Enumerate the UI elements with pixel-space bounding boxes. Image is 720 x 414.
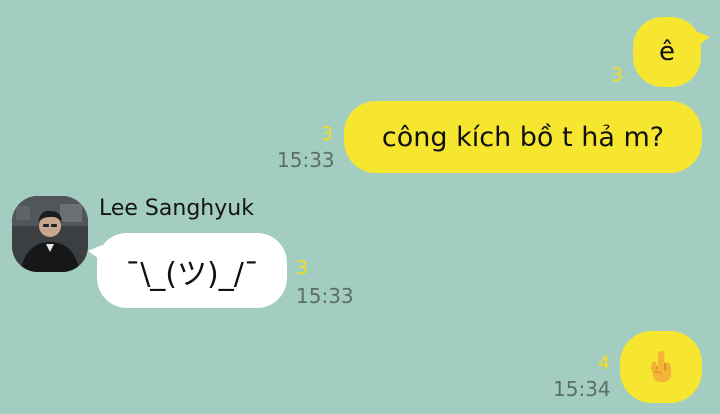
outgoing-message-bubble[interactable]: ê bbox=[633, 17, 710, 87]
unread-count: 3 bbox=[321, 123, 334, 145]
sender-avatar[interactable] bbox=[12, 196, 88, 272]
message-timestamp: 15:34 bbox=[553, 377, 611, 401]
outgoing-message-bubble[interactable]: công kích bồ t hả m? bbox=[344, 101, 702, 173]
unread-count: 3 bbox=[611, 64, 624, 86]
message-timestamp: 15:33 bbox=[296, 284, 354, 308]
message-text: ê bbox=[659, 37, 675, 67]
avatar-photo-icon bbox=[12, 196, 88, 272]
message-text: ¯\_(ツ)_/¯ bbox=[125, 256, 259, 292]
message-timestamp: 15:33 bbox=[277, 148, 335, 172]
message-text: công kích bồ t hả m? bbox=[381, 121, 665, 153]
chat-conversation: 3 ê 3 15:33 công kích bồ t hả m? Lee San… bbox=[0, 0, 720, 414]
outgoing-message-bubble[interactable] bbox=[620, 331, 702, 403]
middle-finger-emoji-icon bbox=[650, 351, 671, 382]
unread-count: 4 bbox=[598, 352, 611, 374]
unread-count: 3 bbox=[296, 257, 309, 279]
sender-name[interactable]: Lee Sanghyuk bbox=[99, 198, 254, 220]
incoming-message-bubble[interactable]: ¯\_(ツ)_/¯ bbox=[88, 233, 287, 308]
